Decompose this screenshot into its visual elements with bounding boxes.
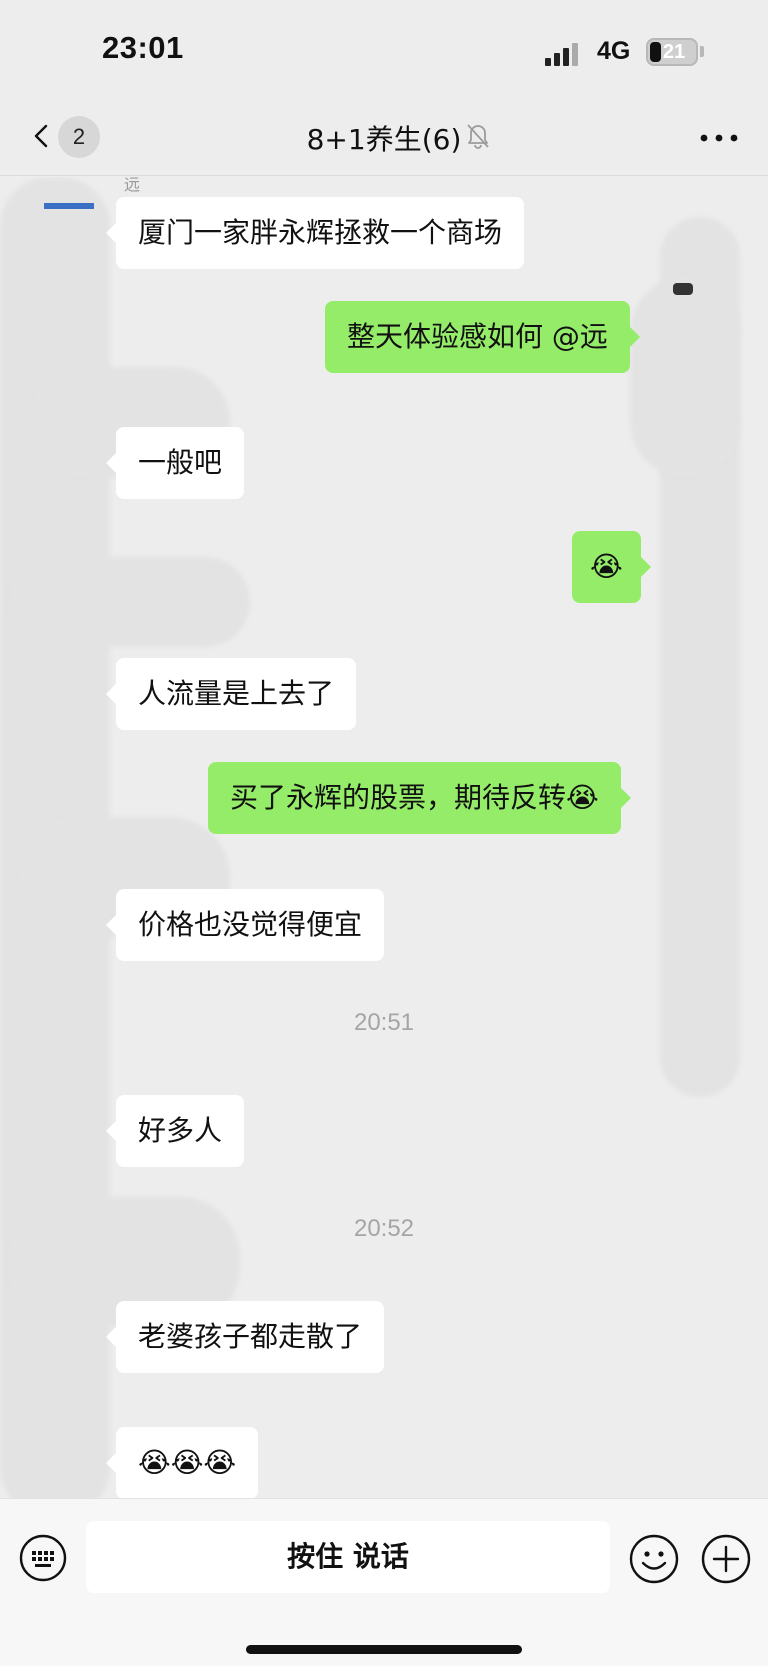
mute-bell-icon — [467, 124, 489, 149]
chat-title: 8+1养生(6) — [170, 118, 598, 158]
message-timestamp: 20:52 — [353, 1215, 415, 1242]
message-bubble-incoming[interactable]: 好多人 — [105, 1095, 245, 1167]
message-bubble-incoming[interactable]: 老婆孩子都走散了 — [105, 1301, 385, 1373]
hold-to-talk-button[interactable]: 按住 说话 — [86, 1521, 610, 1593]
message-bubble-incoming[interactable]: 人流量是上去了 — [105, 658, 357, 730]
privacy-scribble — [630, 277, 740, 477]
keyboard-voice-icon[interactable] — [18, 1533, 68, 1583]
unread-count-badge: 2 — [58, 116, 100, 158]
message-bubble-incoming[interactable]: 😭😭😭 — [105, 1427, 259, 1499]
chat-header: 2 8+1养生(6) — [0, 100, 768, 176]
plus-icon[interactable] — [700, 1533, 752, 1585]
message-bubble-outgoing[interactable]: 😭 — [572, 531, 651, 603]
back-button[interactable]: 2 — [20, 112, 110, 164]
cellular-signal-icon — [545, 40, 585, 66]
battery-tip — [700, 46, 704, 57]
message-bubble-outgoing[interactable]: 整天体验感如何 @远 — [325, 301, 640, 373]
chat-title-text: 8+1养生(6) — [306, 123, 462, 156]
home-indicator[interactable] — [246, 1645, 522, 1654]
sender-name: 远 — [124, 177, 141, 194]
avatar[interactable] — [44, 203, 94, 209]
message-timestamp: 20:51 — [353, 1009, 415, 1036]
status-bar: 23:01 4G 21 — [0, 0, 768, 100]
message-list[interactable]: 远 厦门一家胖永辉拯救一个商场 整天体验感如何 @远 一般吧 😭 人流量是上去了… — [0, 177, 768, 1520]
back-chevron-icon — [34, 124, 48, 148]
input-bar: 按住 说话 — [0, 1498, 768, 1666]
message-bubble-incoming[interactable]: 一般吧 — [105, 427, 245, 499]
network-type: 4G — [597, 37, 631, 65]
message-bubble-incoming[interactable]: 价格也没觉得便宜 — [105, 889, 385, 961]
message-bubble-incoming[interactable]: 厦门一家胖永辉拯救一个商场 — [105, 197, 525, 269]
avatar[interactable] — [673, 283, 693, 295]
battery-icon: 21 — [646, 38, 698, 66]
more-dots-icon[interactable] — [694, 120, 744, 156]
message-bubble-outgoing[interactable]: 买了永辉的股票，期待反转😭 — [208, 762, 631, 834]
privacy-scribble — [10, 557, 250, 647]
emoji-face-icon[interactable] — [628, 1533, 680, 1585]
status-time: 23:01 — [102, 30, 184, 65]
battery-level: 21 — [662, 41, 686, 63]
